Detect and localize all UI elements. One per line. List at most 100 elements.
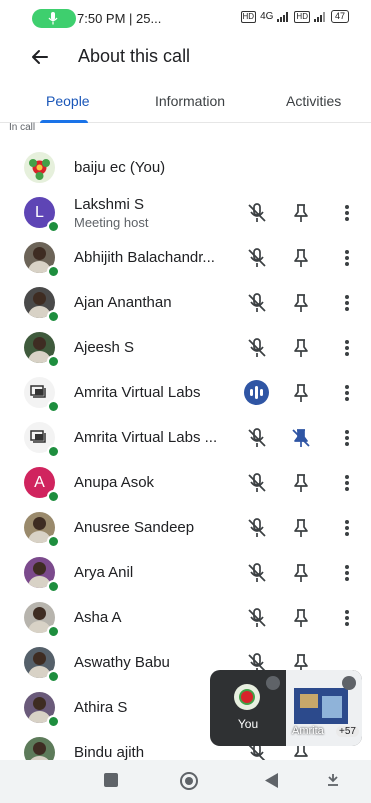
mic-off-icon[interactable]: [246, 247, 268, 269]
more-options-icon[interactable]: [340, 382, 354, 404]
participant-row[interactable]: Ajeesh S: [0, 325, 371, 370]
pin-icon[interactable]: [290, 517, 312, 539]
participant-row[interactable]: Ajan Ananthan: [0, 280, 371, 325]
participant-name: Anupa Asok: [74, 474, 155, 491]
mic-off-icon: [342, 676, 356, 690]
participant-name: Athira S: [74, 699, 128, 716]
online-status-dot: [47, 220, 60, 233]
pin-icon[interactable]: [290, 607, 312, 629]
participant-name: Ajan Ananthan: [74, 294, 172, 311]
online-status-dot: [47, 715, 60, 728]
participant-name: Arya Anil: [74, 564, 134, 581]
pin-icon[interactable]: [290, 202, 312, 224]
signal-icon: [277, 11, 289, 22]
status-time: 7:50 PM | 25...: [77, 11, 162, 26]
pin-icon[interactable]: [290, 292, 312, 314]
participant-name: Amrita Virtual Labs: [74, 384, 201, 401]
participant-row[interactable]: L Lakshmi S Meeting host: [0, 190, 371, 235]
mic-off-icon[interactable]: [246, 607, 268, 629]
presentation-icon: [30, 430, 46, 443]
unpin-icon[interactable]: [290, 427, 312, 449]
more-options-icon[interactable]: [340, 292, 354, 314]
avatar: [24, 737, 55, 760]
online-status-dot: [47, 490, 60, 503]
battery-icon: 47: [330, 10, 349, 23]
presenter-label: Amrita: [292, 725, 324, 737]
volte-icon-2: HD: [294, 10, 310, 23]
participant-role: Meeting host: [74, 215, 149, 230]
recent-apps-icon[interactable]: [104, 773, 118, 787]
presentation-tile[interactable]: Amrita +57: [286, 670, 362, 746]
participant-row[interactable]: Asha A: [0, 595, 371, 640]
participant-name: Amrita Virtual Labs ...: [74, 429, 218, 446]
participant-name: Aswathy Babu: [74, 654, 170, 671]
shared-screen-thumbnail: [294, 688, 348, 724]
pin-icon[interactable]: [290, 472, 312, 494]
more-options-icon[interactable]: [340, 472, 354, 494]
mic-off-icon[interactable]: [246, 517, 268, 539]
participant-row[interactable]: Amrita Virtual Labs: [0, 370, 371, 415]
participant-row[interactable]: A Anupa Asok: [0, 460, 371, 505]
section-label-in-call: In call: [9, 122, 36, 133]
home-icon[interactable]: [179, 771, 199, 791]
participant-name: Lakshmi S: [74, 196, 145, 213]
mic-off-icon[interactable]: [246, 292, 268, 314]
participant-name: Ajeesh S: [74, 339, 135, 356]
avatar: [24, 152, 55, 183]
mic-off-icon[interactable]: [246, 427, 268, 449]
more-options-icon[interactable]: [340, 562, 354, 584]
participant-row[interactable]: Anusree Sandeep: [0, 505, 371, 550]
back-arrow-icon[interactable]: [27, 44, 53, 70]
self-view-tile[interactable]: You: [210, 670, 286, 746]
mic-off-icon: [266, 676, 280, 690]
network-type: 4G: [260, 11, 274, 22]
online-status-dot: [47, 445, 60, 458]
self-avatar: [234, 684, 260, 710]
tab-activities[interactable]: Activities: [286, 93, 341, 109]
more-options-icon[interactable]: [340, 202, 354, 224]
tab-information[interactable]: Information: [155, 93, 225, 109]
more-options-icon[interactable]: [340, 337, 354, 359]
mic-off-icon[interactable]: [246, 562, 268, 584]
back-nav-icon[interactable]: [265, 773, 278, 788]
tab-people[interactable]: People: [46, 93, 90, 109]
online-status-dot: [47, 670, 60, 683]
floating-call-preview[interactable]: You Amrita +57: [210, 670, 362, 746]
mic-off-icon[interactable]: [246, 337, 268, 359]
online-status-dot: [47, 310, 60, 323]
page-title: About this call: [78, 46, 191, 66]
participant-name: Anusree Sandeep: [74, 519, 195, 536]
more-options-icon[interactable]: [340, 517, 354, 539]
participant-row[interactable]: Amrita Virtual Labs ...: [0, 415, 371, 460]
participant-name: Asha A: [74, 609, 122, 626]
pin-icon[interactable]: [290, 562, 312, 584]
status-bar: 7:50 PM | 25... HD 4G HD 47: [0, 0, 371, 36]
participant-row[interactable]: Abhijith Balachandr...: [0, 235, 371, 280]
more-options-icon[interactable]: [340, 607, 354, 629]
online-status-dot: [47, 355, 60, 368]
speaking-indicator-icon[interactable]: [244, 380, 269, 405]
pin-icon[interactable]: [290, 247, 312, 269]
expand-nav-icon[interactable]: [327, 774, 339, 786]
participant-row[interactable]: Arya Anil: [0, 550, 371, 595]
status-indicators: HD 4G HD 47: [240, 10, 349, 23]
signal-icon-2: [313, 11, 325, 22]
microphone-icon: [48, 12, 58, 25]
participant-name: baiju ec (You): [74, 159, 166, 176]
online-status-dot: [47, 580, 60, 593]
pin-icon[interactable]: [290, 337, 312, 359]
participant-name: Bindu ajith: [74, 744, 145, 760]
more-options-icon[interactable]: [340, 427, 354, 449]
system-navigation-bar: [0, 760, 371, 803]
online-status-dot: [47, 625, 60, 638]
mic-off-icon[interactable]: [246, 472, 268, 494]
more-options-icon[interactable]: [340, 247, 354, 269]
ongoing-call-indicator[interactable]: [32, 9, 76, 28]
online-status-dot: [47, 400, 60, 413]
participant-row[interactable]: baiju ec (You): [0, 145, 371, 190]
extra-participants-badge: +57: [336, 726, 359, 737]
online-status-dot: [47, 265, 60, 278]
online-status-dot: [47, 535, 60, 548]
pin-icon[interactable]: [290, 382, 312, 404]
mic-off-icon[interactable]: [246, 202, 268, 224]
